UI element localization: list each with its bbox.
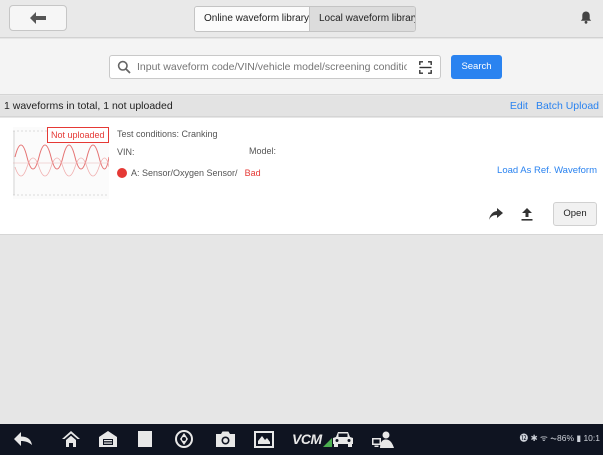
bell-icon[interactable] [580,11,592,24]
system-status: ⓬ ✱ ᯤ ⏦86% ▮ 10:1 [519,433,600,443]
card-actions: Open [489,202,597,226]
tab-online-waveform-library[interactable]: Online waveform library [195,7,309,31]
search-button[interactable]: Search [451,55,502,79]
remote-support-icon[interactable] [372,430,394,448]
browser-icon[interactable] [175,430,193,448]
home-icon[interactable] [62,430,80,448]
waveform-card[interactable]: Not uploaded Test conditions: Cranking V… [0,118,603,235]
vcm-icon[interactable]: VCM [292,430,332,448]
open-button[interactable]: Open [553,202,597,226]
search-icon [117,60,131,74]
screenshot-icon[interactable] [254,430,274,448]
recent-apps-icon[interactable] [138,430,152,448]
summary-bar: 1 waveforms in total, 1 not uploaded Edi… [0,96,603,117]
back-icon[interactable] [14,430,32,448]
batch-upload-link[interactable]: Batch Upload [536,100,599,112]
search-box [109,55,441,79]
model-label: Model: [249,146,277,156]
load-as-ref-waveform-link[interactable]: Load As Ref. Waveform [497,165,597,176]
library-tabs: Online waveform library Local waveform l… [194,6,416,32]
vcm-label: VCM [292,431,322,447]
channel-row: A: Sensor/Oxygen Sensor/ Bad [117,164,261,182]
channel-label: A: Sensor/Oxygen Sensor/ [131,168,238,178]
top-bar: Online waveform library Local waveform l… [0,0,603,38]
waveform-thumbnail[interactable]: Not uploaded [13,127,109,199]
garage-icon[interactable] [99,430,117,448]
summary-actions: Edit Batch Upload [510,100,599,112]
result-label: Bad [244,168,261,178]
system-nav-bar: VCM ⓬ ✱ ᯤ ⏦86% ▮ 10:1 [0,424,603,455]
search-input[interactable] [137,61,407,73]
test-conditions: Test conditions: Cranking [117,129,218,139]
edit-link[interactable]: Edit [510,100,528,112]
upload-icon[interactable] [521,207,535,221]
car-icon[interactable] [333,430,353,448]
arrow-left-icon [30,12,46,24]
search-bar: Search [0,39,603,95]
status-badge: Not uploaded [47,127,109,143]
waveform-count-text: 1 waveforms in total, 1 not uploaded [4,100,173,112]
back-button[interactable] [9,5,67,31]
scan-icon[interactable] [419,61,432,74]
waveform-info: Test conditions: Cranking VIN: A: Sensor… [117,128,261,182]
channel-status-dot-icon [117,168,127,178]
vin-label: VIN: [117,147,135,157]
share-icon[interactable] [489,207,503,221]
camera-icon[interactable] [216,430,235,448]
tab-local-waveform-library[interactable]: Local waveform library [309,7,415,31]
